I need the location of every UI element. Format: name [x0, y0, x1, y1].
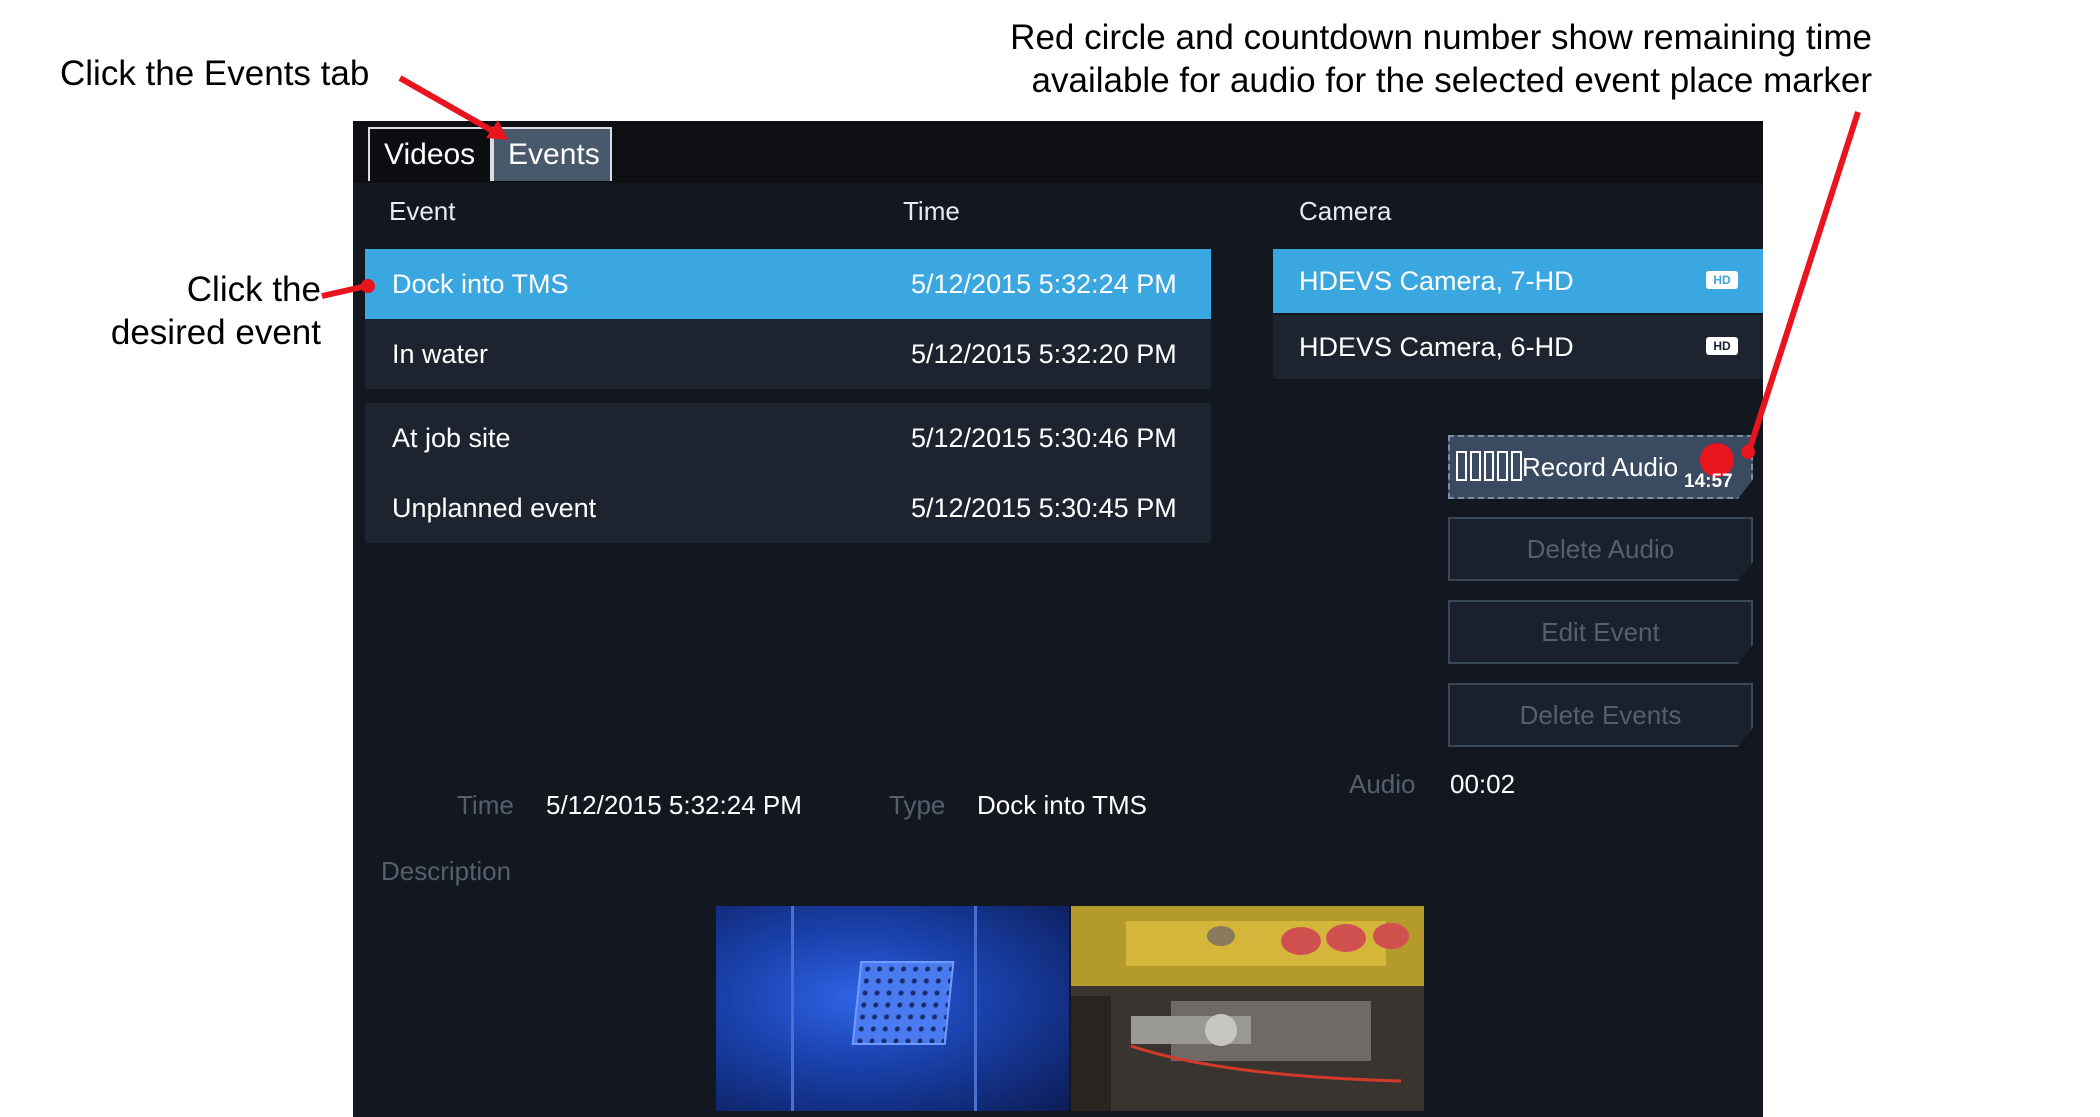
- column-header-camera: Camera: [1299, 196, 1392, 226]
- events-app-window: Videos Events Event Time Camera Dock int…: [353, 121, 1763, 1117]
- detail-audio-value: 00:02: [1450, 769, 1516, 799]
- record-countdown: 14:57: [1684, 471, 1733, 492]
- event-time: 5/12/2015 5:30:45 PM: [911, 493, 1177, 523]
- record-audio-button[interactable]: Record Audio 14:57: [1448, 435, 1753, 499]
- hd-badge-icon: HD: [1706, 337, 1738, 355]
- snapshot-scene: [1071, 906, 1424, 1111]
- detail-audio-label: Audio: [1349, 769, 1416, 799]
- detail-time-label: Time: [457, 790, 514, 820]
- annotation-events-tab: Click the Events tab: [60, 54, 370, 93]
- audio-level-icon: [1456, 451, 1522, 481]
- camera-snapshot-thumbnail[interactable]: [716, 906, 1069, 1111]
- camera-snapshot-thumbnail[interactable]: [1071, 906, 1424, 1111]
- camera-item-7-hd[interactable]: HDEVS Camera, 7-HD HD: [1273, 249, 1763, 313]
- tab-bar: Videos Events: [353, 121, 1763, 183]
- event-row-unplanned-event[interactable]: Unplanned event 5/12/2015 5:30:45 PM: [365, 473, 1211, 543]
- hd-badge-icon: HD: [1706, 271, 1738, 289]
- description-label: Description: [381, 856, 512, 886]
- event-name: In water: [392, 339, 489, 369]
- event-time: 5/12/2015 5:32:20 PM: [911, 339, 1177, 369]
- column-header-time: Time: [903, 196, 960, 226]
- delete-audio-button[interactable]: Delete Audio: [1448, 517, 1753, 581]
- event-name: Unplanned event: [392, 493, 597, 523]
- event-time: 5/12/2015 5:30:46 PM: [911, 423, 1177, 453]
- column-header-event: Event: [389, 196, 456, 226]
- record-audio-label: Record Audio: [1522, 452, 1679, 482]
- detail-time-value: 5/12/2015 5:32:24 PM: [546, 790, 802, 820]
- event-time: 5/12/2015 5:32:24 PM: [911, 269, 1177, 299]
- event-name: At job site: [392, 423, 511, 453]
- event-row-dock-into-tms[interactable]: Dock into TMS 5/12/2015 5:32:24 PM: [365, 249, 1211, 319]
- camera-item-6-hd[interactable]: HDEVS Camera, 6-HD HD: [1273, 315, 1763, 379]
- detail-type-value: Dock into TMS: [977, 790, 1148, 820]
- camera-name: HDEVS Camera, 7-HD: [1299, 266, 1574, 296]
- edit-event-button[interactable]: Edit Event: [1448, 600, 1753, 664]
- delete-events-button[interactable]: Delete Events: [1448, 683, 1753, 747]
- annotation-line: available for audio for the selected eve…: [1031, 61, 1872, 100]
- camera-name: HDEVS Camera, 6-HD: [1299, 332, 1574, 362]
- tab-videos[interactable]: Videos: [368, 127, 492, 181]
- annotation-select-event: Click the desired event: [111, 268, 321, 354]
- annotation-line: desired event: [110, 313, 321, 352]
- tab-events[interactable]: Events: [492, 127, 612, 181]
- event-row-at-job-site[interactable]: At job site 5/12/2015 5:30:46 PM: [365, 403, 1211, 473]
- annotation-line: Red circle and countdown number show rem…: [1010, 18, 1872, 57]
- annotation-record-note: Red circle and countdown number show rem…: [1010, 16, 1872, 102]
- event-row-in-water[interactable]: In water 5/12/2015 5:32:20 PM: [365, 319, 1211, 389]
- annotation-line: Click the: [186, 270, 321, 309]
- event-name: Dock into TMS: [392, 269, 569, 299]
- detail-type-label: Type: [889, 790, 946, 820]
- target-panel: [851, 961, 955, 1045]
